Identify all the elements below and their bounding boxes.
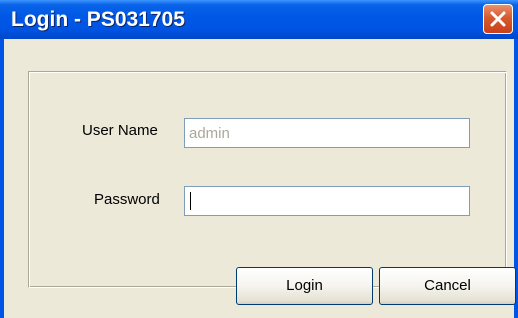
username-label: User Name <box>82 122 158 139</box>
login-dialog: Login - PS031705 User Name Password Logi… <box>0 0 518 318</box>
cancel-button[interactable]: Cancel <box>379 267 516 305</box>
password-label: Password <box>94 191 160 208</box>
username-field[interactable] <box>184 118 470 148</box>
credentials-group <box>28 71 507 288</box>
login-button[interactable]: Login <box>236 267 373 305</box>
dialog-body: User Name Password Login Cancel <box>4 39 516 318</box>
window-title: Login - PS031705 <box>11 8 185 31</box>
text-cursor <box>190 192 191 210</box>
password-field[interactable] <box>184 186 470 216</box>
title-bar[interactable]: Login - PS031705 <box>0 0 518 39</box>
close-icon <box>490 11 506 27</box>
close-button[interactable] <box>483 4 513 34</box>
